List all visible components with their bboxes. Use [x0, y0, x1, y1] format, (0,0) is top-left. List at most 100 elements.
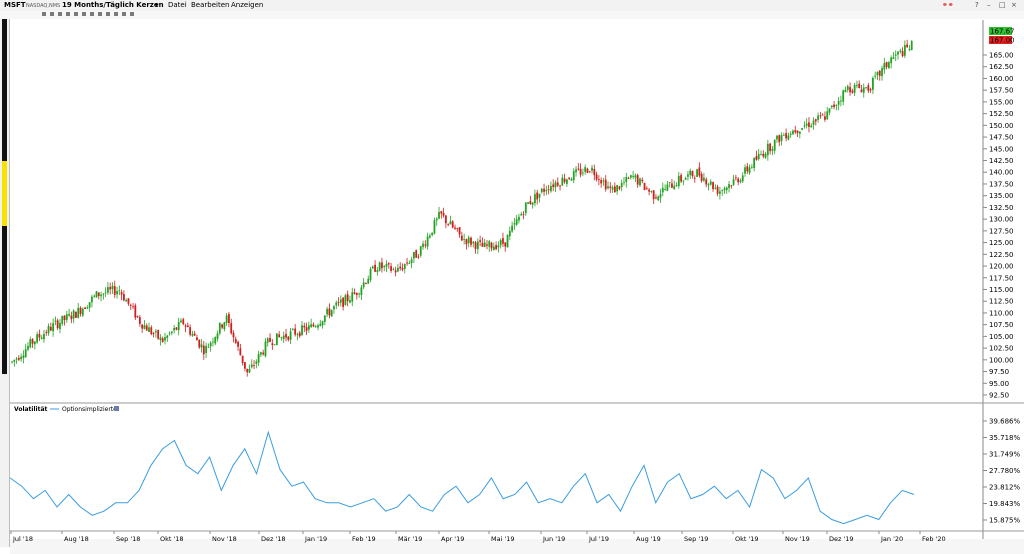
candle-body — [655, 197, 657, 199]
candle-body — [746, 166, 749, 172]
candle-body — [287, 336, 290, 340]
candle-body — [675, 185, 678, 186]
candle-body — [148, 327, 150, 332]
candle-body — [808, 122, 810, 127]
candle-body — [760, 154, 762, 155]
price-tick-label: 142.50 — [989, 157, 1014, 165]
price-tick-label: 162.50 — [989, 63, 1014, 71]
candle-body — [524, 202, 527, 214]
candle-body — [280, 337, 283, 339]
candle-body — [319, 323, 322, 326]
candle-body — [728, 184, 730, 188]
candle-body — [323, 315, 326, 322]
vol-tick-label: 35.718% — [989, 434, 1020, 442]
candle-body — [707, 184, 710, 186]
candle-body — [618, 186, 621, 189]
x-tick-label: Jul '19 — [588, 535, 609, 543]
candle-body — [321, 321, 324, 326]
volatility-legend-label: Optionsimplizierte — [62, 406, 117, 413]
candle-body — [579, 168, 582, 175]
candle-body — [365, 283, 367, 284]
candle-body — [111, 285, 114, 290]
candle-body — [648, 189, 651, 192]
candle-body — [757, 153, 760, 160]
candle-body — [406, 262, 408, 264]
candle-body — [269, 337, 271, 342]
candle-body — [497, 245, 500, 248]
candle-body — [849, 87, 851, 93]
candle-body — [744, 167, 746, 174]
candle-body — [584, 167, 587, 172]
candle-body — [871, 77, 874, 90]
candle-body — [668, 182, 671, 183]
candle-body — [597, 179, 600, 181]
candle-body — [59, 322, 61, 330]
chart-canvas[interactable]: 165.00 162.50 160.00 157.50 155.00 152.50 150.… — [0, 0, 1024, 554]
candle-body — [234, 338, 237, 343]
candle-body — [755, 156, 758, 160]
candle-body — [198, 339, 201, 348]
price-tick-label: 150.00 — [989, 122, 1014, 130]
candle-body — [878, 70, 881, 76]
candle-body — [298, 332, 301, 337]
candle-body — [483, 242, 486, 247]
candle-body — [70, 315, 73, 320]
price-tick-label: 107.50 — [989, 321, 1014, 329]
candle-body — [687, 174, 689, 177]
candle-body — [856, 85, 858, 86]
price-tick-label: 127.50 — [989, 227, 1014, 235]
candle-body — [885, 62, 888, 68]
candle-body — [623, 182, 625, 184]
candle-body — [200, 344, 203, 348]
candle-body — [575, 169, 577, 173]
candle-body — [349, 300, 351, 303]
candle-body — [901, 51, 904, 57]
candle-body — [344, 295, 347, 306]
candle-body — [29, 339, 32, 348]
candle-body — [566, 179, 568, 184]
candle-body — [440, 211, 443, 214]
candle-body — [376, 270, 379, 273]
candle-body — [869, 89, 872, 91]
candle-body — [502, 238, 504, 244]
candle-body — [785, 133, 788, 139]
candle-body — [145, 325, 148, 331]
candle-body — [20, 356, 23, 360]
candle-body — [330, 309, 333, 317]
candle-body — [600, 180, 603, 184]
candle-body — [228, 314, 230, 323]
candle-body — [803, 125, 806, 127]
candle-body — [387, 263, 390, 265]
candle-body — [397, 267, 399, 272]
candle-body — [27, 345, 29, 350]
candle-body — [814, 119, 817, 122]
candle-body — [703, 177, 705, 181]
legend-settings-icon[interactable] — [114, 406, 119, 411]
candle-body — [515, 219, 518, 225]
last-price-down-label: 167.00 — [990, 37, 1015, 45]
candle-body — [24, 349, 27, 357]
candle-body — [31, 338, 34, 344]
candle-body — [250, 364, 253, 368]
candle-body — [444, 215, 447, 224]
candle-body — [842, 90, 845, 102]
vol-tick-label: 31.749% — [989, 451, 1020, 459]
candle-body — [209, 342, 212, 347]
candle-body — [177, 322, 180, 331]
candle-body — [693, 177, 696, 179]
candle-body — [709, 181, 712, 185]
candle-body — [326, 308, 329, 315]
vol-tick-label: 15.875% — [989, 517, 1020, 525]
candle-body — [513, 223, 516, 225]
candle-body — [730, 185, 733, 187]
candle-body — [826, 111, 829, 120]
candle-body — [262, 352, 265, 355]
x-tick-label: Jan '19 — [304, 535, 327, 543]
price-tick-label: 110.00 — [989, 309, 1014, 317]
candle-body — [205, 345, 208, 353]
candle-body — [182, 319, 185, 325]
candle-body — [470, 237, 472, 245]
last-price-up-label: 167.67 — [990, 28, 1015, 36]
price-candles — [11, 39, 913, 377]
candle-body — [586, 168, 589, 173]
